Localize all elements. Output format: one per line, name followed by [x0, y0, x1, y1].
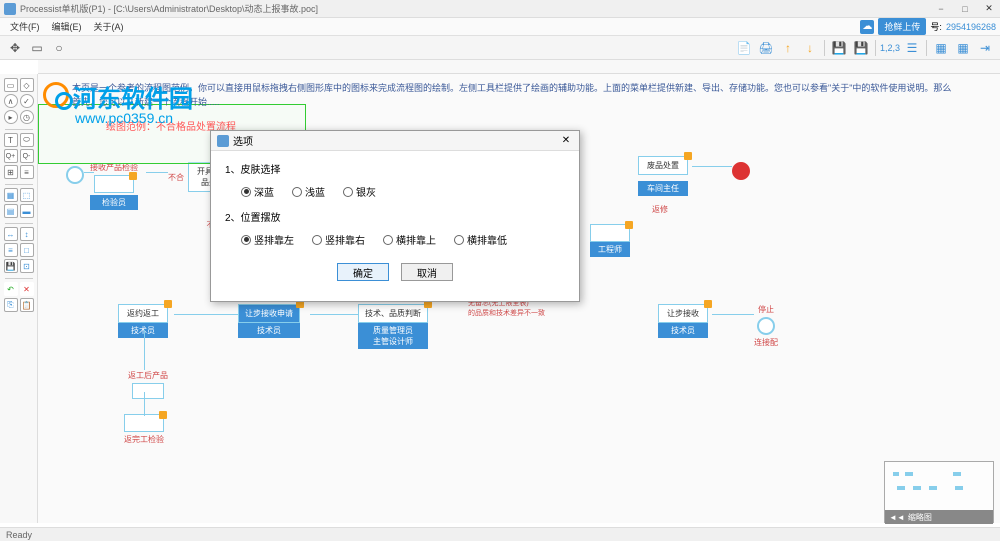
status-text: Ready [6, 530, 32, 540]
node-engineer[interactable]: 工程师 [590, 224, 630, 257]
node-dispose[interactable]: 废品处置 车间主任 [638, 156, 688, 196]
titlebar-text: Processist单机版(P1) - [C:\Users\Administra… [20, 2, 934, 15]
upload-button[interactable]: 抢鲜上传 [878, 18, 926, 35]
tool-pointer[interactable]: ✥ [5, 38, 25, 58]
tool-grid[interactable]: ⊞ [4, 165, 18, 179]
tool-list-icon[interactable]: ☰ [902, 38, 922, 58]
intro-text: 本页是一个参考的流程图范例，你可以直接用鼠标拖拽右侧图形库中的图标来完成流程图的… [72, 82, 960, 109]
app-icon [4, 3, 16, 15]
node-apply[interactable]: 让步接收申请 技术员 [238, 304, 300, 338]
minimize-button[interactable]: − [934, 2, 948, 16]
node-judge[interactable]: 技术、品质判断 质量管理员 主管设计师 [358, 304, 428, 349]
tool-disk2[interactable]: ⊡ [20, 259, 34, 273]
dialog-title: 选项 [233, 133, 559, 148]
tool-paste[interactable]: 📋 [20, 298, 34, 312]
tool-grid1-icon[interactable]: ▦ [931, 38, 951, 58]
menubar: 文件(F) 编辑(E) 关于(A) ☁ 抢鲜上传 号: 2954196268 [0, 18, 1000, 36]
radio-skin-0[interactable]: 深蓝 [241, 184, 274, 199]
tool-h[interactable]: ↔ [4, 227, 18, 241]
end-node[interactable] [732, 162, 750, 180]
tool-new-icon[interactable]: 📄 [734, 38, 754, 58]
tool-zoom-in[interactable]: Q+ [4, 149, 18, 163]
minimap-canvas [885, 462, 993, 510]
tool-copy[interactable]: ⎘ [4, 298, 18, 312]
tool-grid2-icon[interactable]: ▦ [953, 38, 973, 58]
tool-print-icon[interactable]: 🖨 [756, 38, 776, 58]
tool-a1[interactable]: ▦ [4, 188, 18, 202]
node-inspect[interactable]: 接收产品检验 检验员 [90, 162, 138, 210]
tool-circle[interactable]: ○ [49, 38, 69, 58]
radio-pos-2[interactable]: 横排靠上 [383, 232, 436, 247]
radio-pos-1[interactable]: 竖排靠右 [312, 232, 365, 247]
ruler-horizontal [38, 60, 1000, 74]
tool-redo[interactable]: ✕ [20, 282, 34, 296]
tool-a2[interactable]: ⬚ [20, 188, 34, 202]
tool-sq[interactable]: □ [20, 243, 34, 257]
tool-undo[interactable]: ↶ [4, 282, 18, 296]
section-position-label: 2、位置摆放 [225, 209, 565, 224]
shape-diamond[interactable]: ◇ [20, 78, 34, 92]
dialog-ok-button[interactable]: 确定 [337, 263, 389, 281]
node-afterwork[interactable]: 返工后产品 [128, 370, 168, 401]
shape-check[interactable]: ✓ [20, 94, 34, 108]
tool-v[interactable]: ↕ [20, 227, 34, 241]
radio-pos-3[interactable]: 横排靠低 [454, 232, 507, 247]
tool-a3[interactable]: ▤ [4, 204, 18, 218]
dialog-close-button[interactable]: ✕ [559, 134, 573, 148]
user-label: 号: [930, 20, 942, 33]
minimap[interactable]: ◄◄缩略图 [884, 461, 994, 523]
minimap-label[interactable]: ◄◄缩略图 [885, 510, 993, 524]
node-reinspect[interactable]: 返完工检验 [124, 414, 164, 445]
menu-file[interactable]: 文件(F) [4, 20, 46, 33]
left-tool-panel: ▭◇ ∧✓ ▸◷ T⬭ Q+Q- ⊞≡ ▦⬚ ▤▬ ↔↕ ≡□ 💾⊡ ↶✕ ⎘📋 [0, 74, 38, 523]
watermark: 河东软件园 www.pc0359.cn [43, 79, 193, 126]
titlebar: Processist单机版(P1) - [C:\Users\Administra… [0, 0, 1000, 18]
tool-zoom-out[interactable]: Q- [20, 149, 34, 163]
dialog-cancel-button[interactable]: 取消 [401, 263, 453, 281]
node-rework[interactable]: 返约返工 技术员 [118, 304, 168, 338]
tool-lasso[interactable]: ⬭ [20, 133, 34, 147]
node-stop[interactable]: 停止 连接配 [754, 304, 778, 348]
cloud-icon: ☁ [860, 20, 874, 34]
tool-indent-icon[interactable]: ⇥ [975, 38, 995, 58]
tool-down-icon[interactable]: ↓ [800, 38, 820, 58]
toolbar: ✥ ▭ ○ 📄 🖨 ↑ ↓ 💾 💾 1,2,3 ☰ ▦ ▦ ⇥ [0, 36, 1000, 60]
start-node[interactable] [66, 166, 84, 184]
tool-up-icon[interactable]: ↑ [778, 38, 798, 58]
tool-eq[interactable]: ≡ [4, 243, 18, 257]
tool-a4[interactable]: ▬ [20, 204, 34, 218]
tool-number-icon[interactable]: 1,2,3 [880, 38, 900, 58]
close-button[interactable]: ✕ [982, 2, 996, 16]
node-repair-txt: 返修 [652, 204, 668, 215]
tool-disk1[interactable]: 💾 [4, 259, 18, 273]
node-accept[interactable]: 让步接收 技术员 [658, 304, 708, 338]
maximize-button[interactable]: □ [958, 2, 972, 16]
watermark-logo-icon [43, 82, 73, 112]
tool-rect[interactable]: ▭ [27, 38, 47, 58]
dialog-icon [217, 135, 229, 147]
shape-play[interactable]: ▸ [4, 110, 18, 124]
shape-clock[interactable]: ◷ [20, 110, 34, 124]
radio-skin-1[interactable]: 浅蓝 [292, 184, 325, 199]
radio-pos-0[interactable]: 竖排靠左 [241, 232, 294, 247]
menu-about[interactable]: 关于(A) [88, 20, 130, 33]
tool-saveas-icon[interactable]: 💾 [851, 38, 871, 58]
options-dialog: 选项 ✕ 1、皮肤选择 深蓝 浅蓝 银灰 2、位置摆放 竖排靠左 竖排靠右 横排… [210, 130, 580, 302]
section-skin-label: 1、皮肤选择 [225, 161, 565, 176]
shape-rect[interactable]: ▭ [4, 78, 18, 92]
tool-save-icon[interactable]: 💾 [829, 38, 849, 58]
menu-edit[interactable]: 编辑(E) [46, 20, 88, 33]
statusbar: Ready [0, 527, 1000, 541]
user-id[interactable]: 2954196268 [946, 22, 996, 32]
tool-text[interactable]: T [4, 133, 18, 147]
radio-skin-2[interactable]: 银灰 [343, 184, 376, 199]
tool-align1[interactable]: ≡ [20, 165, 34, 179]
shape-circle[interactable]: ∧ [4, 94, 18, 108]
